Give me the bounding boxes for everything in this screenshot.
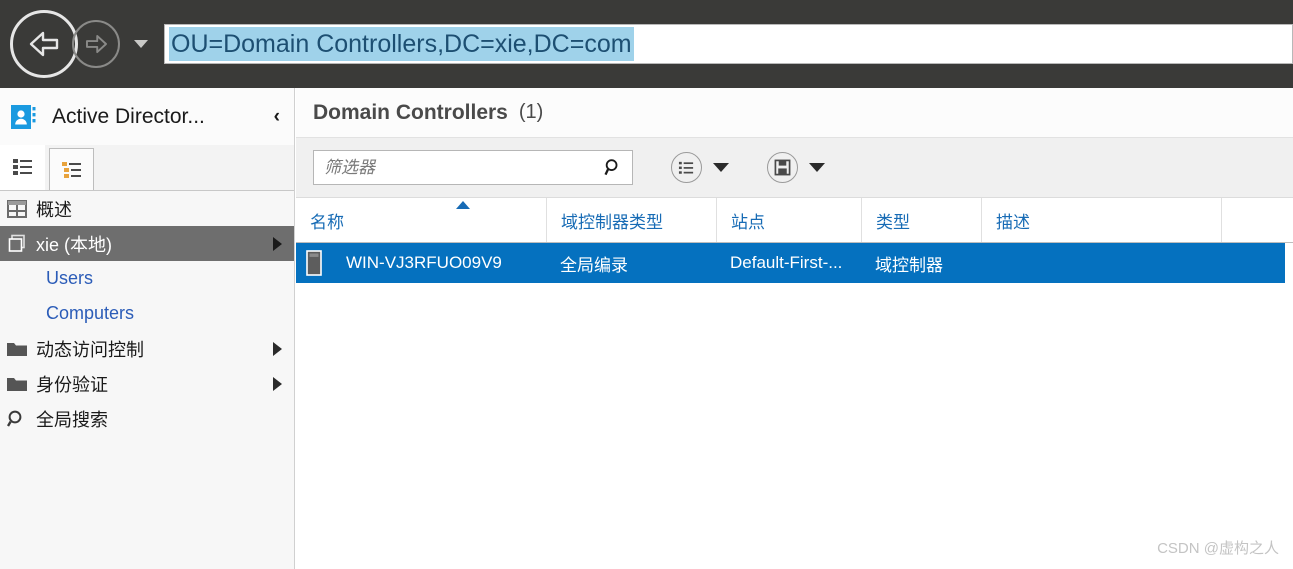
history-dropdown-icon[interactable] <box>134 40 148 48</box>
page-title: Domain Controllers <box>313 100 508 124</box>
view-options-caret-down-icon[interactable] <box>713 163 729 172</box>
save-query-caret-down-icon[interactable] <box>809 163 825 172</box>
item-count: (1) <box>518 101 544 123</box>
address-bar[interactable]: OU=Domain Controllers,DC=xie,DC=com <box>164 24 1293 64</box>
sidebar-item-users[interactable]: Users <box>0 261 294 296</box>
sort-ascending-icon <box>456 201 470 209</box>
sidebar-header: Active Director... ‹ <box>0 88 294 145</box>
cell-type: 域控制器 <box>875 255 943 275</box>
back-button[interactable] <box>10 10 78 78</box>
watermark: CSDN @虚构之人 <box>1157 540 1279 557</box>
magnifier-icon <box>6 409 28 429</box>
content-toolbar <box>296 138 1293 197</box>
list-view-tab[interactable] <box>0 145 45 190</box>
tree-view-icon <box>61 161 81 178</box>
view-options-group <box>671 152 729 183</box>
app-title: Active Director... <box>52 104 205 128</box>
sidebar-tree: 概述 xie (本地) Users Computers 动态访问控制 身份验证 … <box>0 191 294 436</box>
sidebar-item-computers[interactable]: Computers <box>0 296 294 331</box>
address-input[interactable]: OU=Domain Controllers,DC=xie,DC=com <box>169 27 634 61</box>
sidebar-item-global-search[interactable]: 全局搜索 <box>0 401 294 436</box>
server-tower-icon <box>296 250 332 276</box>
address-book-icon <box>10 103 38 131</box>
navigation-bar: OU=Domain Controllers,DC=xie,DC=com <box>0 0 1293 88</box>
column-header-type[interactable]: 类型 <box>861 198 981 242</box>
sidebar-item-label: xie (本地) <box>36 234 112 255</box>
content-header: Domain Controllers (1) <box>296 88 1293 138</box>
filter-input[interactable] <box>314 156 604 179</box>
column-header-spacer <box>1221 198 1281 242</box>
overview-grid-icon <box>6 199 28 219</box>
view-options-button[interactable] <box>671 152 702 183</box>
column-header-site[interactable]: 站点 <box>716 198 861 242</box>
table-row[interactable]: WIN-VJ3RFUO09V9 全局编录 Default-First-... 域… <box>296 243 1285 283</box>
floppy-disk-icon <box>774 159 791 176</box>
folder-icon <box>6 374 28 394</box>
save-query-button[interactable] <box>767 152 798 183</box>
tree-view-tab[interactable] <box>49 148 94 190</box>
column-header-description[interactable]: 描述 <box>981 198 1221 242</box>
sidebar-item-label: 概述 <box>36 199 72 220</box>
sidebar-item-authentication[interactable]: 身份验证 <box>0 366 294 401</box>
sidebar-item-label: Users <box>46 268 94 288</box>
arrow-left-icon <box>29 31 59 57</box>
sidebar-item-dynamic-access-control[interactable]: 动态访问控制 <box>0 331 294 366</box>
sidebar-item-xie-domain[interactable]: xie (本地) <box>0 226 294 261</box>
cell-name: WIN-VJ3RFUO09V9 <box>346 253 502 272</box>
content-pane: Domain Controllers (1) 筛选器 名称 域控制器类型 站点 … <box>296 88 1293 569</box>
sidebar-item-label: Computers <box>46 303 135 323</box>
expand-arrow-icon[interactable] <box>273 236 282 251</box>
magnifier-icon[interactable] <box>604 158 623 177</box>
table-header-row: 名称 域控制器类型 站点 类型 描述 <box>296 197 1293 243</box>
sidebar-item-overview[interactable]: 概述 <box>0 191 294 226</box>
arrow-right-icon <box>85 34 107 54</box>
expand-arrow-icon[interactable] <box>273 376 282 391</box>
sidebar-item-label: 身份验证 <box>36 374 108 395</box>
sidebar: Active Director... ‹ 概述 xie (本地) Users C… <box>0 88 295 569</box>
save-query-group <box>767 152 825 183</box>
collapse-panel-chevron-left-icon[interactable]: ‹ <box>274 106 280 128</box>
domain-cube-icon <box>6 234 28 254</box>
list-view-icon <box>12 159 32 175</box>
sidebar-tabs <box>0 145 294 191</box>
column-header-name[interactable]: 名称 <box>296 198 546 242</box>
list-options-icon <box>678 161 694 174</box>
sidebar-item-label: 全局搜索 <box>36 409 108 430</box>
filter-box[interactable] <box>313 150 633 185</box>
sidebar-item-label: 动态访问控制 <box>36 339 144 360</box>
cell-site: Default-First-... <box>730 253 843 272</box>
forward-button[interactable] <box>72 20 120 68</box>
cell-dc-type: 全局编录 <box>560 255 628 275</box>
column-header-dc-type[interactable]: 域控制器类型 <box>546 198 716 242</box>
expand-arrow-icon[interactable] <box>273 341 282 356</box>
folder-icon <box>6 339 28 359</box>
